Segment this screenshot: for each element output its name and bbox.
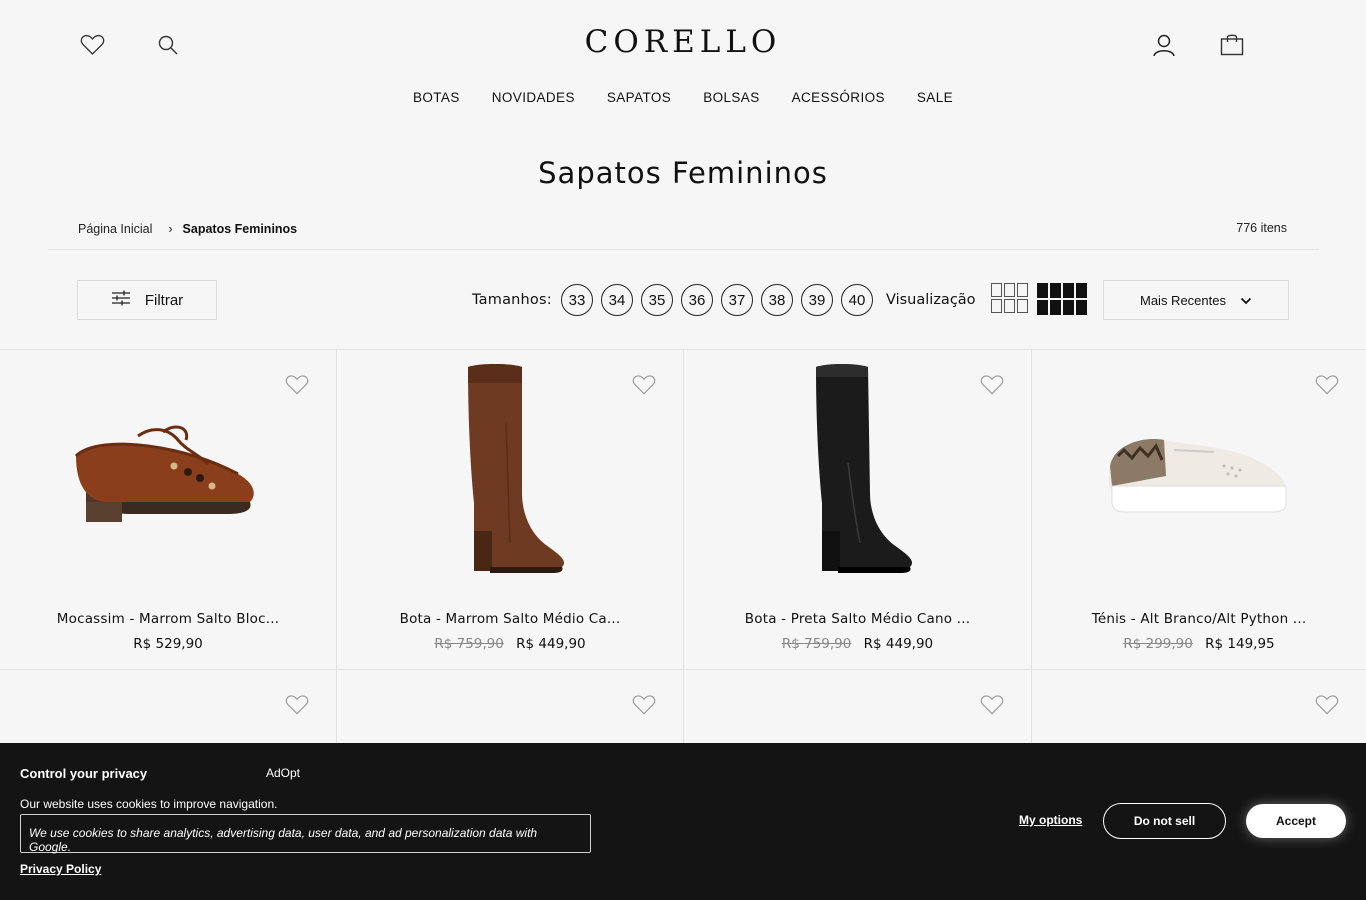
divider (48, 249, 1319, 250)
product-card[interactable] (1032, 670, 1366, 750)
do-not-sell-button[interactable]: Do not sell (1103, 803, 1226, 839)
size-filter: 33 34 35 36 37 38 39 40 (561, 284, 873, 316)
grid-4-view-icon[interactable] (1037, 283, 1087, 316)
user-account-icon[interactable] (1150, 31, 1178, 59)
product-card[interactable]: Mocassim - Marrom Salto Bloc... R$ 529,9… (0, 350, 337, 670)
product-card[interactable] (0, 670, 337, 750)
nav-item-sale[interactable]: SALE (917, 90, 953, 105)
product-prices: R$ 299,90 R$ 149,95 (1032, 636, 1366, 652)
nav-item-sapatos[interactable]: SAPATOS (607, 90, 671, 105)
privacy-policy-link[interactable]: Privacy Policy (20, 862, 101, 876)
product-name[interactable]: Ténis - Alt Branco/Alt Python ... (1032, 611, 1366, 627)
breadcrumb-current: Sapatos Femininos (182, 222, 298, 236)
size-chip-40[interactable]: 40 (841, 284, 873, 316)
item-count: 776 itens (1236, 221, 1287, 235)
my-options-link[interactable]: My options (1019, 813, 1082, 827)
product-prices: R$ 759,90 R$ 449,90 (684, 636, 1031, 652)
sort-dropdown[interactable]: Mais Recentes (1103, 280, 1289, 320)
heart-icon[interactable] (632, 694, 656, 716)
product-image-black-knee-boot[interactable] (684, 358, 1031, 583)
filter-label: Filtrar (144, 291, 184, 309)
cookie-title: Control your privacy (20, 766, 148, 781)
product-grid: Mocassim - Marrom Salto Bloc... R$ 529,9… (0, 349, 1366, 750)
size-chip-36[interactable]: 36 (681, 284, 713, 316)
sort-value: Mais Recentes (1140, 292, 1226, 308)
filter-button[interactable]: Filtrar (77, 280, 217, 320)
nav-item-acessorios[interactable]: ACESSÓRIOS (792, 90, 885, 105)
cookie-banner: Control your privacy AdOpt Our website u… (0, 743, 1366, 900)
product-price: R$ 149,95 (1205, 636, 1275, 652)
nav-item-novidades[interactable]: NOVIDADES (492, 90, 575, 105)
breadcrumb-separator: › (168, 222, 173, 236)
shopping-bag-icon[interactable] (1218, 31, 1246, 59)
product-image-white-python-sneaker[interactable] (1032, 358, 1366, 583)
product-old-price: R$ 759,90 (434, 636, 504, 652)
product-card[interactable]: Bota - Marrom Salto Médio Ca... R$ 759,9… (337, 350, 684, 670)
accept-button[interactable]: Accept (1246, 804, 1346, 838)
breadcrumb-home-link[interactable]: Página Inicial (78, 222, 152, 236)
page-title: Sapatos Femininos (538, 156, 828, 190)
heart-icon[interactable] (1315, 694, 1339, 716)
product-price: R$ 529,90 (133, 636, 203, 652)
chevron-down-icon (1240, 293, 1252, 308)
size-chip-34[interactable]: 34 (601, 284, 633, 316)
cookie-brand: AdOpt (266, 766, 301, 780)
heart-icon[interactable] (285, 694, 309, 716)
grid-3-view-icon[interactable] (991, 283, 1029, 316)
size-chip-37[interactable]: 37 (721, 284, 753, 316)
nav-item-bolsas[interactable]: BOLSAS (703, 90, 759, 105)
product-price: R$ 449,90 (863, 636, 934, 652)
product-image-brown-loafer[interactable] (0, 358, 336, 583)
product-name[interactable]: Mocassim - Marrom Salto Bloc... (0, 611, 336, 627)
size-chip-38[interactable]: 38 (761, 284, 793, 316)
product-name[interactable]: Bota - Marrom Salto Médio Ca... (337, 611, 683, 627)
product-card[interactable]: Bota - Preta Salto Médio Cano ... R$ 759… (684, 350, 1032, 670)
product-card[interactable] (337, 670, 684, 750)
breadcrumb: Página Inicial › Sapatos Femininos (78, 222, 297, 236)
product-image-brown-knee-boot[interactable] (337, 358, 683, 583)
nav-item-botas[interactable]: BOTAS (413, 90, 460, 105)
product-prices: R$ 759,90 R$ 449,90 (337, 636, 683, 652)
cookie-text: Our website uses cookies to improve navi… (20, 797, 278, 811)
product-name[interactable]: Bota - Preta Salto Médio Cano ... (684, 611, 1031, 627)
size-chip-39[interactable]: 39 (801, 284, 833, 316)
product-card[interactable]: Ténis - Alt Branco/Alt Python ... R$ 299… (1032, 350, 1366, 670)
product-prices: R$ 529,90 (0, 636, 336, 652)
sliders-icon (111, 290, 131, 310)
size-chip-35[interactable]: 35 (641, 284, 673, 316)
cookie-google-notice: We use cookies to share analytics, adver… (20, 814, 591, 854)
view-label: Visualização (886, 292, 976, 308)
product-price: R$ 449,90 (516, 636, 586, 652)
product-old-price: R$ 299,90 (1123, 636, 1193, 652)
product-old-price: R$ 759,90 (781, 636, 852, 652)
heart-icon[interactable] (980, 694, 1004, 716)
product-card[interactable] (684, 670, 1032, 750)
sizes-label: Tamanhos: (472, 292, 552, 308)
size-chip-33[interactable]: 33 (561, 284, 593, 316)
main-nav: BOTAS NOVIDADES SAPATOS BOLSAS ACESSÓRIO… (0, 90, 1366, 105)
